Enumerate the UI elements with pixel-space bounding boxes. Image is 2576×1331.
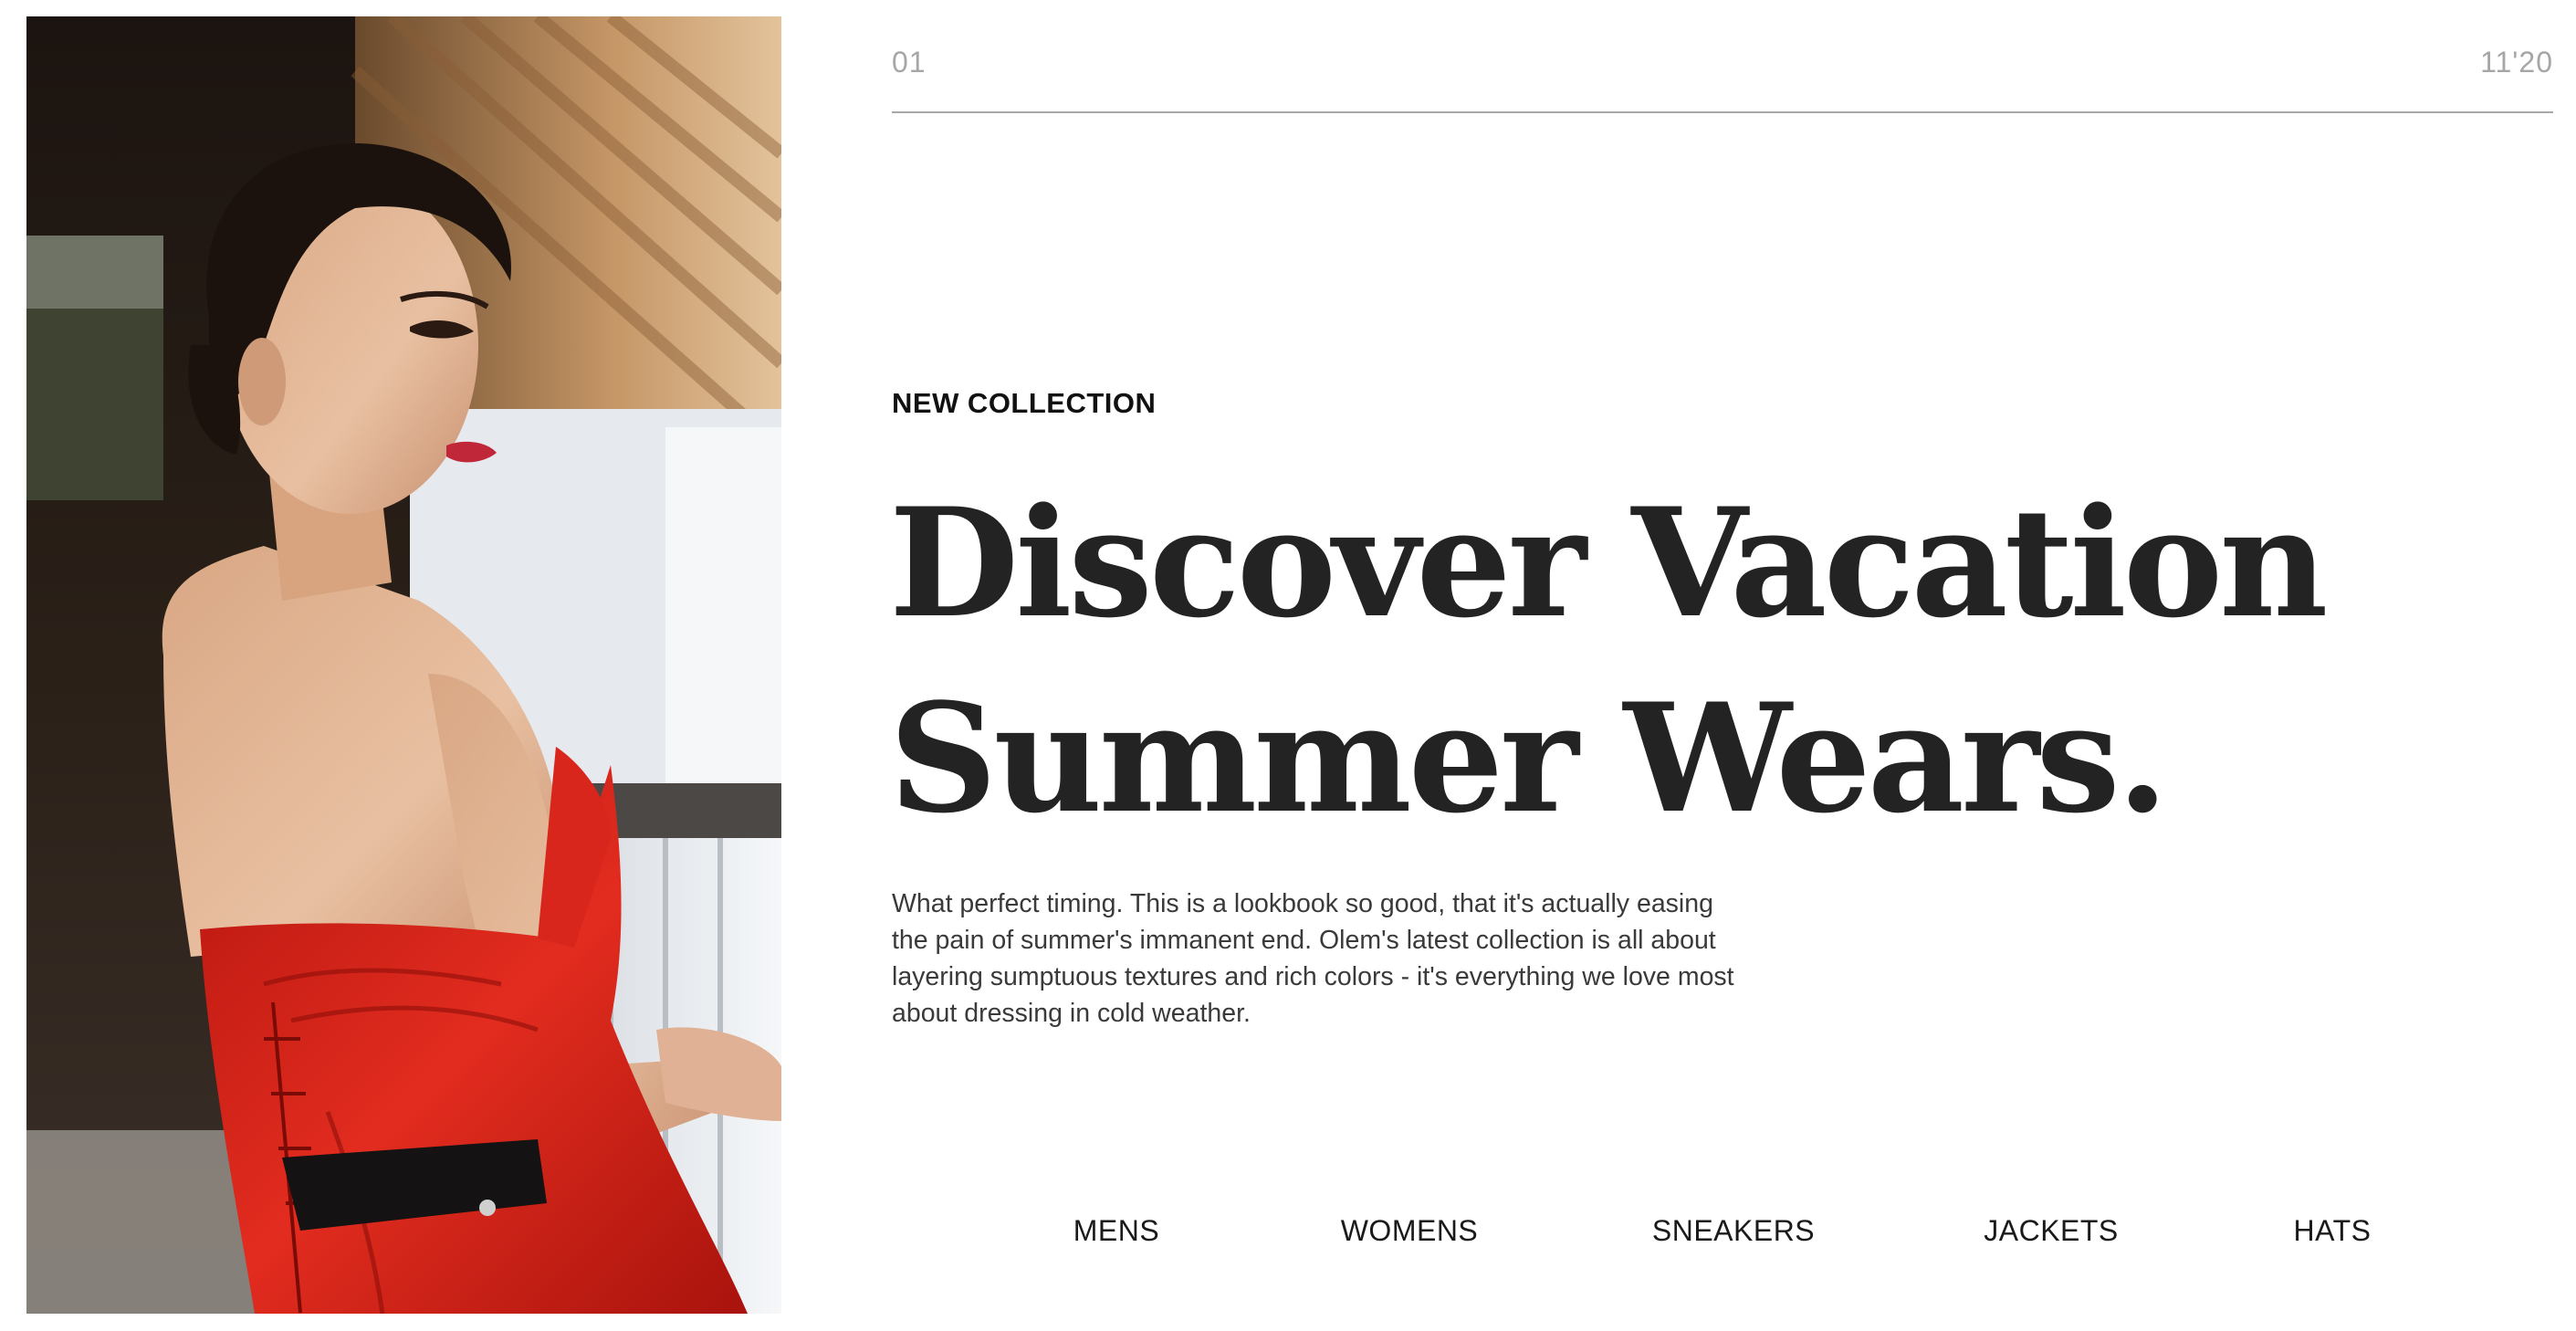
nav-link-mens[interactable]: MENS <box>1073 1214 1159 1248</box>
slide-total: 11'20 <box>2480 46 2553 79</box>
headline-line-1: Discover Vacation <box>889 475 2328 651</box>
hero-description: What perfect timing. This is a lookbook … <box>892 889 1734 1028</box>
nav-link-hats[interactable]: HATS <box>2294 1214 2372 1248</box>
hero-photo <box>26 16 781 1314</box>
model-photo-illustration <box>26 16 781 1314</box>
slide-counter-bar: 01 11'20 <box>892 46 2553 113</box>
category-nav: MENS WOMENS SNEAKERS JACKETS HATS <box>0 1214 2576 1254</box>
slide-index: 01 <box>892 46 927 79</box>
hero-headline: Discover Vacation Summer Wears. <box>889 466 2328 856</box>
nav-link-sneakers[interactable]: SNEAKERS <box>1652 1214 1815 1248</box>
collection-eyebrow: NEW COLLECTION <box>892 387 1157 419</box>
nav-link-jackets[interactable]: JACKETS <box>1984 1214 2119 1248</box>
headline-line-2: Summer Wears. <box>889 670 2169 846</box>
nav-link-womens[interactable]: WOMENS <box>1341 1214 1479 1248</box>
